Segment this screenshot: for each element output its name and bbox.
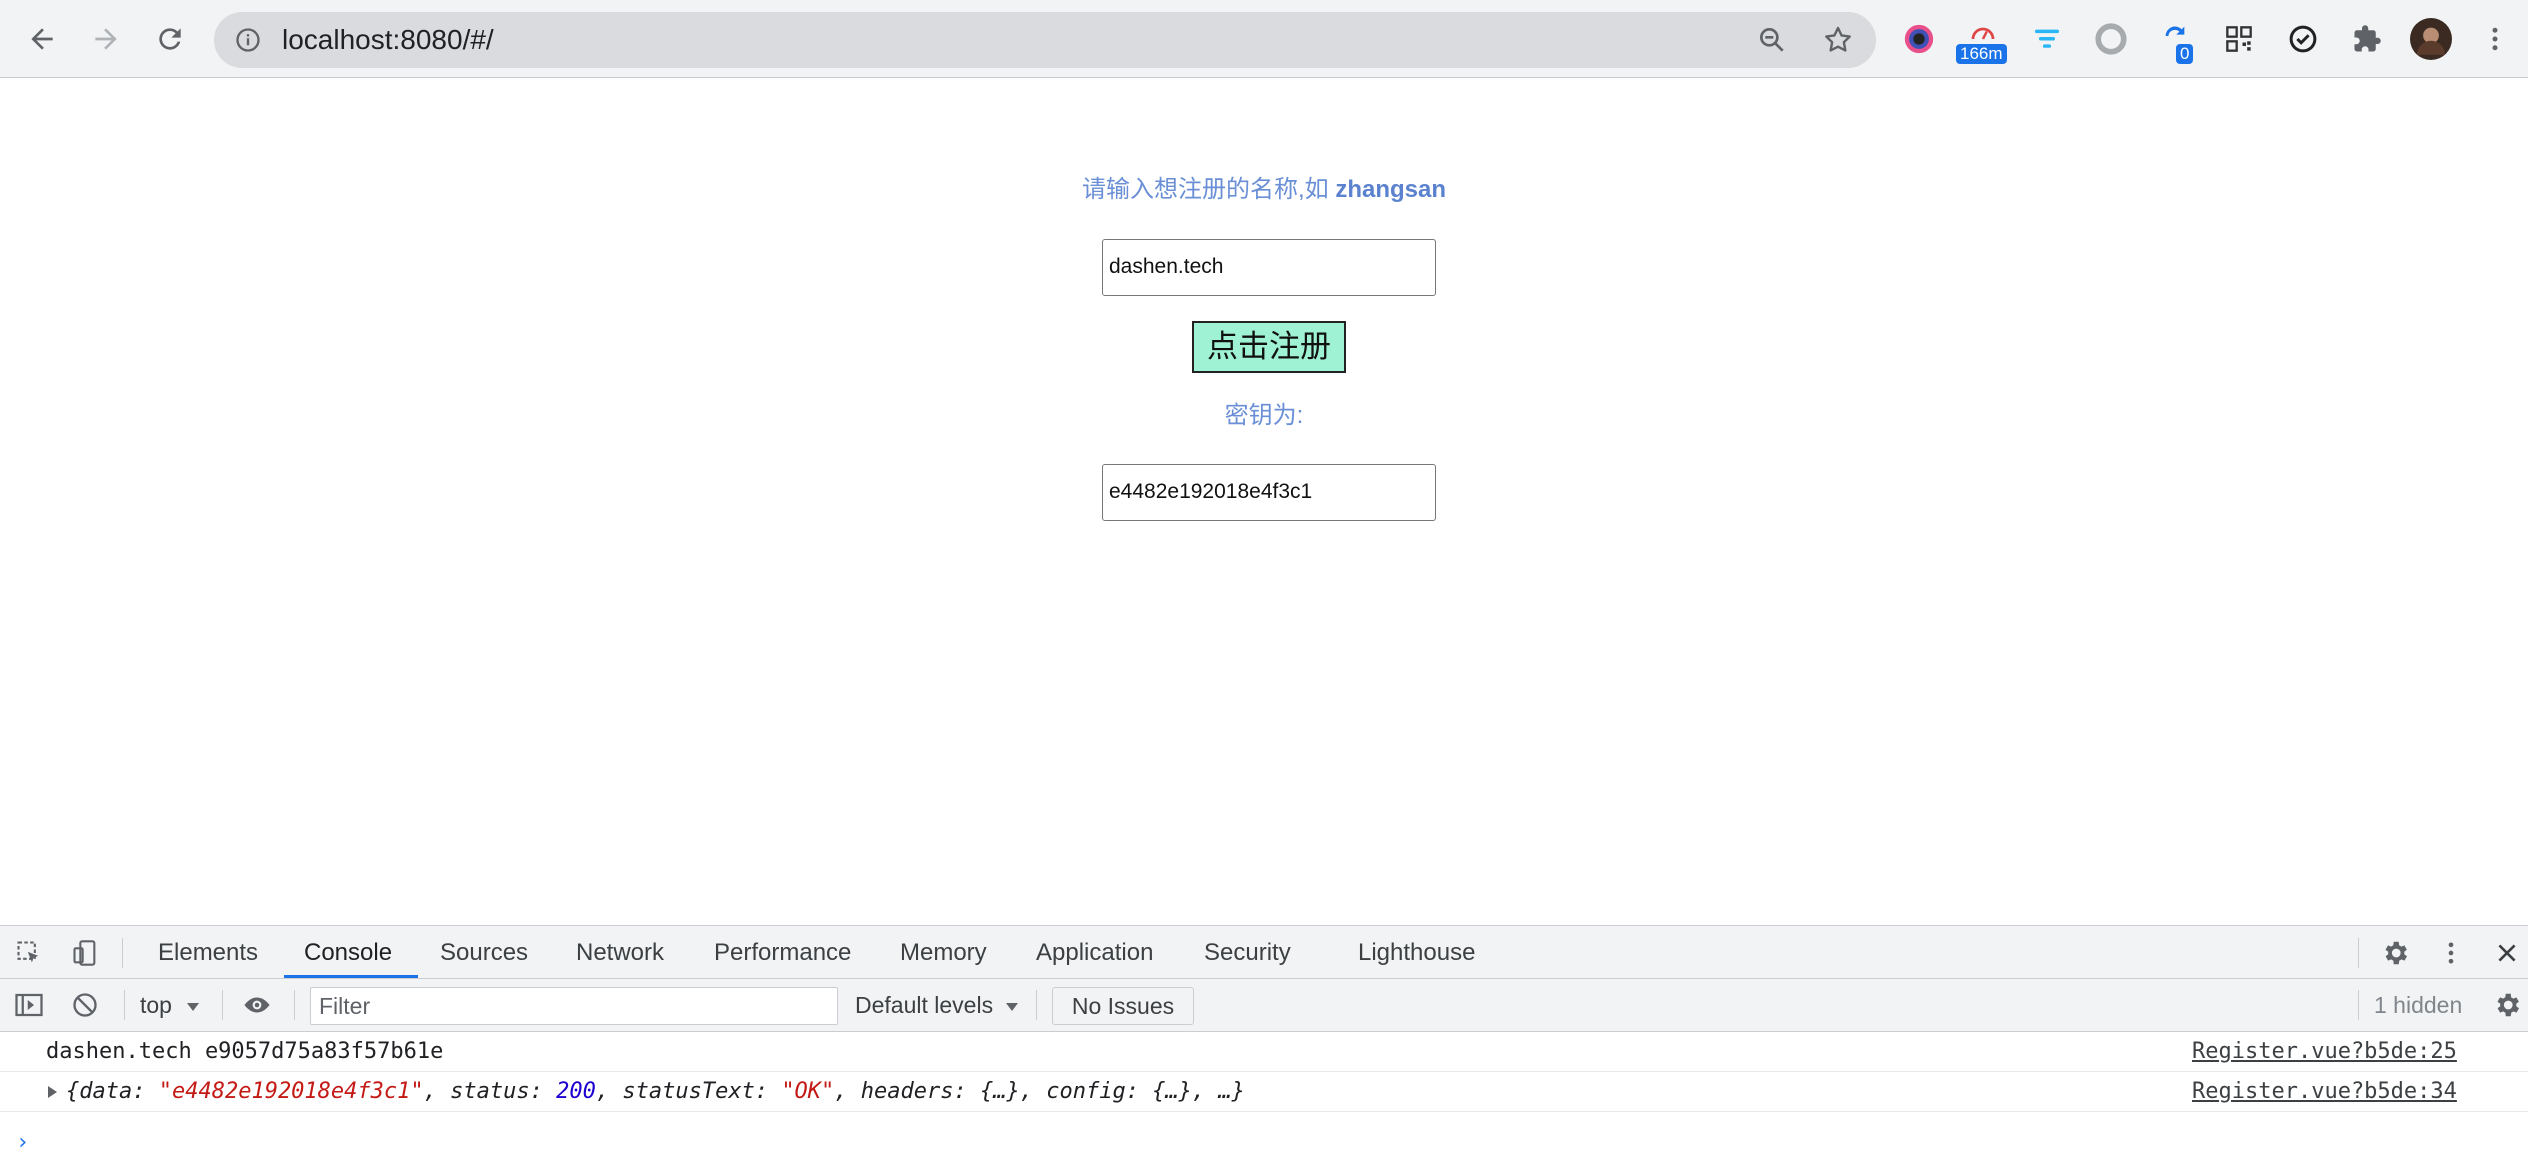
log-message[interactable]: dashen.tech e9057d75a83f57b61e	[46, 1032, 443, 1072]
settings-gear-icon[interactable]	[2380, 938, 2410, 968]
caret-down-icon	[1006, 1003, 1019, 1011]
tabs-right-divider	[2358, 938, 2359, 968]
console-log-line: {data: "e4482e192018e4f3c1", status: 200…	[0, 1072, 2528, 1112]
hint-prefix: 请输入想注册的名称,如	[1081, 176, 1336, 203]
info-icon[interactable]	[234, 26, 262, 54]
active-tab-indicator	[284, 975, 418, 978]
close-devtools-icon[interactable]	[2492, 938, 2522, 968]
inspect-element-icon[interactable]	[14, 938, 44, 968]
clear-console-icon[interactable]	[70, 990, 100, 1020]
hint-example: zhangsan	[1335, 176, 1447, 203]
log-source-link[interactable]: Register.vue?b5de:25	[2192, 1032, 2457, 1072]
register-hint: 请输入想注册的名称,如 zhangsan	[0, 175, 2528, 205]
expand-triangle-icon[interactable]	[48, 1086, 57, 1098]
back-button[interactable]	[22, 19, 62, 59]
speed-badge: 166m	[1956, 44, 2007, 64]
forward-arrow-icon	[95, 28, 117, 50]
circle-icon[interactable]	[2090, 18, 2132, 60]
sync-icon[interactable]: 0	[2154, 18, 2196, 64]
bar-divider-2	[222, 990, 223, 1020]
key-label: 密钥为:	[1224, 402, 1304, 429]
puzzle-icon[interactable]	[2346, 18, 2388, 60]
menu-kebab-icon[interactable]	[2474, 18, 2516, 60]
live-expression-eye-icon[interactable]	[242, 990, 272, 1020]
back-arrow-icon	[31, 28, 53, 50]
key-output-field[interactable]: e4482e192018e4f3c1	[1102, 464, 1436, 521]
bookmark-star-icon[interactable]	[1822, 24, 1854, 56]
filter-icon[interactable]	[2026, 18, 2068, 60]
devtools-tabbar: Elements Console Sources Network Perform…	[0, 926, 2528, 979]
tab-memory[interactable]: Memory	[900, 926, 987, 979]
tab-security[interactable]: Security	[1204, 926, 1291, 979]
issues-button[interactable]: No Issues	[1052, 987, 1194, 1025]
tab-performance[interactable]: Performance	[714, 926, 851, 979]
reload-icon	[159, 28, 181, 50]
name-input[interactable]: dashen.tech	[1102, 239, 1436, 296]
tab-sources[interactable]: Sources	[440, 926, 528, 979]
check-circle-icon[interactable]	[2282, 18, 2324, 60]
hidden-count: 1 hidden	[2374, 992, 2463, 1018]
devtools-menu-icon[interactable]	[2436, 938, 2466, 968]
tab-network[interactable]: Network	[576, 926, 664, 979]
qr-code-icon[interactable]	[2218, 18, 2260, 60]
bar-divider-4	[1036, 990, 1037, 1020]
avatar[interactable]	[2410, 18, 2452, 60]
console-prompt[interactable]: ›	[16, 1132, 29, 1154]
bar-divider-3	[294, 990, 295, 1020]
tab-lighthouse[interactable]: Lighthouse	[1358, 926, 1475, 979]
device-toolbar-icon[interactable]	[70, 938, 100, 968]
context-selector[interactable]: top	[140, 989, 200, 1021]
speedometer-icon[interactable]: 166m	[1956, 18, 2007, 64]
console-toolbar: top Filter Default levels No Issues 1 hi…	[0, 979, 2528, 1032]
log-object[interactable]: {data: "e4482e192018e4f3c1", status: 200…	[66, 1072, 1245, 1112]
url-text[interactable]: localhost:8080/#/	[282, 26, 494, 54]
levels-label: Default levels	[855, 992, 994, 1018]
sync-badge: 0	[2176, 44, 2194, 64]
browser-toolbar: localhost:8080/#/ 166m 0	[0, 0, 2528, 78]
reload-button[interactable]	[150, 19, 190, 59]
tabs-divider	[122, 938, 123, 968]
log-levels-dropdown[interactable]: Default levels	[855, 989, 1019, 1021]
tab-console[interactable]: Console	[304, 926, 392, 979]
register-button[interactable]: 点击注册	[1192, 321, 1346, 373]
caret-down-icon	[187, 1003, 200, 1011]
forward-button[interactable]	[86, 19, 126, 59]
sidebar-toggle-icon[interactable]	[14, 990, 44, 1020]
address-bar[interactable]: localhost:8080/#/	[214, 12, 1876, 68]
tab-elements[interactable]: Elements	[158, 926, 258, 979]
log-source-link[interactable]: Register.vue?b5de:34	[2192, 1072, 2457, 1112]
devtools-panel: Elements Console Sources Network Perform…	[0, 925, 2528, 1154]
console-filter-input[interactable]: Filter	[310, 987, 838, 1025]
color-picker-icon[interactable]	[1898, 18, 1940, 60]
bar-divider-1	[124, 990, 125, 1020]
bar-divider-5	[2358, 990, 2359, 1020]
console-settings-gear-icon[interactable]	[2492, 990, 2522, 1020]
tab-application[interactable]: Application	[1036, 926, 1153, 979]
zoom-out-icon[interactable]	[1756, 24, 1788, 56]
console-log-line: dashen.tech e9057d75a83f57b61e Register.…	[0, 1032, 2528, 1072]
context-label: top	[140, 992, 172, 1018]
page-content: 请输入想注册的名称,如 zhangsan dashen.tech 点击注册 密钥…	[0, 79, 2528, 925]
